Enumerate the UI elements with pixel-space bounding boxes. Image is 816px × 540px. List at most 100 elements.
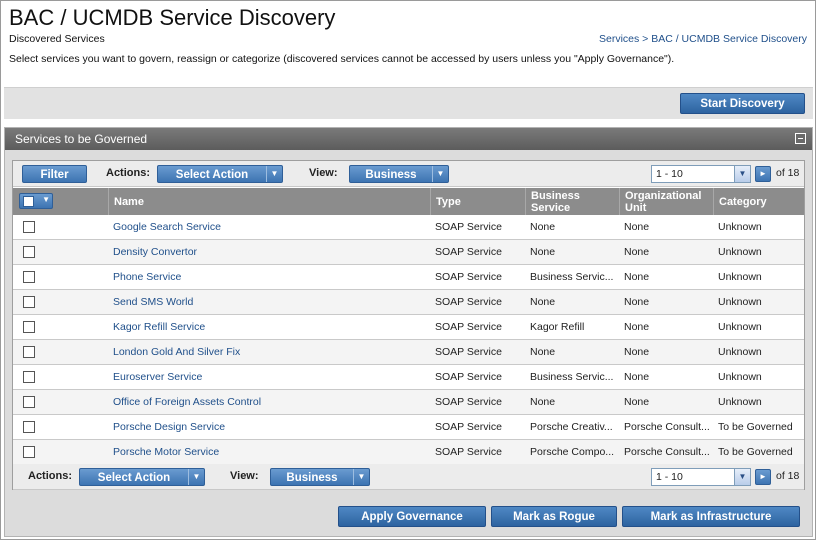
collapse-icon[interactable] xyxy=(795,133,806,144)
service-type: SOAP Service xyxy=(435,221,502,233)
table-row: Phone Service SOAP Service Business Serv… xyxy=(13,265,804,290)
column-header-business-service[interactable]: Business Service xyxy=(525,188,619,215)
chevron-right-icon: ► xyxy=(759,472,767,481)
page-total: of 18 xyxy=(776,470,800,482)
service-name-link[interactable]: Google Search Service xyxy=(113,215,428,239)
organizational-unit: None xyxy=(624,296,650,308)
column-header-name[interactable]: Name xyxy=(108,188,430,215)
business-service: None xyxy=(530,246,556,258)
column-header-type[interactable]: Type xyxy=(430,188,525,215)
business-service: Porsche Compo... xyxy=(530,446,615,458)
page-range-value: 1 - 10 xyxy=(656,471,683,483)
service-type: SOAP Service xyxy=(435,371,502,383)
category: Unknown xyxy=(718,321,762,333)
apply-governance-button[interactable]: Apply Governance xyxy=(338,506,486,527)
service-name-link[interactable]: Office of Foreign Assets Control xyxy=(113,390,428,414)
page-title: BAC / UCMDB Service Discovery xyxy=(9,5,336,30)
mark-as-rogue-button[interactable]: Mark as Rogue xyxy=(491,506,617,527)
select-action-label: Select Action xyxy=(97,472,171,484)
business-service: None xyxy=(530,346,556,358)
organizational-unit: None xyxy=(624,321,650,333)
view-value: Business xyxy=(365,169,417,181)
table-row: Density Convertor SOAP Service None None… xyxy=(13,240,804,265)
actions-label: Actions: xyxy=(106,167,150,179)
service-name-link[interactable]: Phone Service xyxy=(113,265,428,289)
service-name-link[interactable]: London Gold And Silver Fix xyxy=(113,340,428,364)
table-row: Porsche Design Service SOAP Service Pors… xyxy=(13,415,804,440)
organizational-unit: None xyxy=(624,246,650,258)
filter-button[interactable]: Filter xyxy=(22,165,87,183)
service-type: SOAP Service xyxy=(435,446,502,458)
service-name-link[interactable]: Kagor Refill Service xyxy=(113,315,428,339)
start-discovery-button[interactable]: Start Discovery xyxy=(680,93,805,114)
select-action-dropdown[interactable]: Select Action ▼ xyxy=(157,165,283,183)
next-page-button[interactable]: ► xyxy=(755,166,771,182)
top-action-bar: Start Discovery xyxy=(4,87,813,119)
service-name-link[interactable]: Porsche Design Service xyxy=(113,415,428,439)
row-checkbox[interactable] xyxy=(23,421,35,433)
service-name-link[interactable]: Send SMS World xyxy=(113,290,428,314)
chevron-down-icon: ▼ xyxy=(266,166,282,182)
service-type: SOAP Service xyxy=(435,321,502,333)
view-dropdown[interactable]: Business ▼ xyxy=(270,468,370,486)
panel-title: Services to be Governed xyxy=(15,132,148,146)
chevron-down-icon: ▼ xyxy=(734,469,750,485)
table-row: Porsche Motor Service SOAP Service Porsc… xyxy=(13,440,804,465)
row-checkbox[interactable] xyxy=(23,371,35,383)
category: Unknown xyxy=(718,396,762,408)
page-range-value: 1 - 10 xyxy=(656,168,683,180)
select-all-checkbox[interactable]: ▼ xyxy=(19,193,53,209)
business-service: None xyxy=(530,296,556,308)
chevron-right-icon: ► xyxy=(759,169,767,178)
chevron-down-icon: ▼ xyxy=(432,166,448,182)
select-action-label: Select Action xyxy=(175,169,249,181)
service-name-link[interactable]: Euroserver Service xyxy=(113,365,428,389)
service-type: SOAP Service xyxy=(435,396,502,408)
column-header-category[interactable]: Category xyxy=(713,188,806,215)
next-page-button[interactable]: ► xyxy=(755,469,771,485)
services-panel: Services to be Governed Filter Actions: … xyxy=(4,127,813,537)
panel-header: Services to be Governed xyxy=(5,128,812,150)
page-subtitle: Discovered Services xyxy=(9,33,105,45)
organizational-unit: None xyxy=(624,346,650,358)
organizational-unit: None xyxy=(624,221,650,233)
row-checkbox[interactable] xyxy=(23,271,35,283)
row-checkbox[interactable] xyxy=(23,246,35,258)
column-header-organizational-unit[interactable]: Organizational Unit xyxy=(619,188,713,215)
row-checkbox[interactable] xyxy=(23,396,35,408)
table-row: Euroserver Service SOAP Service Business… xyxy=(13,365,804,390)
page-range-select[interactable]: 1 - 10 ▼ xyxy=(651,165,751,183)
view-value: Business xyxy=(286,472,338,484)
organizational-unit: Porsche Consult... xyxy=(624,421,710,433)
chevron-down-icon: ▼ xyxy=(188,469,204,485)
table-toolbar-top: Filter Actions: Select Action ▼ View: Bu… xyxy=(13,161,804,187)
page-total: of 18 xyxy=(776,167,800,179)
view-dropdown[interactable]: Business ▼ xyxy=(349,165,449,183)
business-service: Kagor Refill xyxy=(530,321,585,333)
row-checkbox[interactable] xyxy=(23,321,35,333)
mark-as-infrastructure-button[interactable]: Mark as Infrastructure xyxy=(622,506,800,527)
service-name-link[interactable]: Density Convertor xyxy=(113,240,428,264)
category: To be Governed xyxy=(718,421,793,433)
row-checkbox[interactable] xyxy=(23,446,35,458)
service-type: SOAP Service xyxy=(435,346,502,358)
row-checkbox[interactable] xyxy=(23,296,35,308)
category: To be Governed xyxy=(718,446,793,458)
row-checkbox[interactable] xyxy=(23,346,35,358)
business-service: None xyxy=(530,396,556,408)
window-frame: BAC / UCMDB Service Discovery Discovered… xyxy=(0,0,816,540)
actions-label: Actions: xyxy=(28,470,72,482)
breadcrumb[interactable]: Services > BAC / UCMDB Service Discovery xyxy=(599,33,807,45)
chevron-down-icon: ▼ xyxy=(42,195,50,204)
view-label: View: xyxy=(230,470,259,482)
business-service: Business Servic... xyxy=(530,271,614,283)
select-action-dropdown[interactable]: Select Action ▼ xyxy=(79,468,205,486)
table-row: Office of Foreign Assets Control SOAP Se… xyxy=(13,390,804,415)
category: Unknown xyxy=(718,246,762,258)
row-checkbox[interactable] xyxy=(23,221,35,233)
page-range-select[interactable]: 1 - 10 ▼ xyxy=(651,468,751,486)
organizational-unit: None xyxy=(624,371,650,383)
business-service: Porsche Creativ... xyxy=(530,421,613,433)
service-name-link[interactable]: Porsche Motor Service xyxy=(113,440,428,464)
category: Unknown xyxy=(718,346,762,358)
